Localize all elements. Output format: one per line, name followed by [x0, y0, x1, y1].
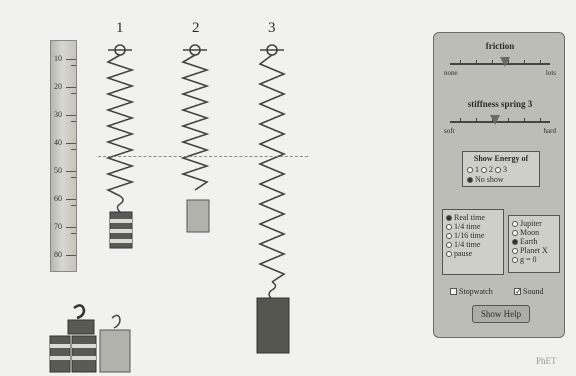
mass-stack[interactable] [49, 304, 131, 373]
time-radio[interactable] [446, 241, 452, 248]
ruler-label: 40 [54, 138, 62, 147]
time-radio[interactable] [446, 214, 452, 221]
mass-on-spring-3[interactable] [256, 281, 290, 354]
stopwatch-toggle[interactable]: Stopwatch [450, 287, 493, 296]
energy-option-label: 1 [475, 165, 479, 174]
energy-box: Show Energy of 1 2 3 No show [462, 151, 540, 187]
ruler-label: 30 [54, 110, 62, 119]
ruler-label: 60 [54, 194, 62, 203]
simulation-stage: 1 2 3 10 20 30 40 50 60 70 80 friction n… [0, 0, 576, 376]
time-radio[interactable] [446, 232, 452, 239]
energy-radio-1[interactable] [467, 166, 473, 173]
stopwatch-checkbox[interactable] [450, 288, 457, 295]
sound-toggle[interactable]: ✓ Sound [514, 287, 543, 296]
energy-none-label: No show [475, 175, 504, 184]
friction-title: friction [485, 41, 515, 51]
gravity-radio[interactable] [512, 256, 518, 263]
energy-radio-2[interactable] [481, 166, 487, 173]
phet-logo: PhET [536, 356, 557, 366]
ruler-label: 70 [54, 222, 62, 231]
ruler-label: 50 [54, 166, 62, 175]
ruler-label: 20 [54, 82, 62, 91]
sound-checkbox[interactable]: ✓ [514, 288, 522, 296]
stiffness-slider-knob[interactable] [490, 115, 500, 125]
spring-2[interactable] [180, 44, 210, 191]
gravity-radio[interactable] [512, 247, 518, 254]
spring-1[interactable] [105, 44, 135, 197]
friction-min-label: none [444, 69, 458, 77]
reference-line[interactable] [98, 156, 308, 157]
time-radio[interactable] [446, 223, 452, 230]
time-option-label: pause [454, 249, 473, 258]
ruler-label: 80 [54, 250, 62, 259]
ruler[interactable]: 10 20 30 40 50 60 70 80 [50, 40, 77, 272]
friction-slider-knob[interactable] [500, 57, 510, 67]
stiffness-title: stiffness spring 3 [467, 99, 533, 109]
time-option-label: 1/16 time [454, 231, 485, 240]
sound-label: Sound [523, 287, 544, 296]
time-box: Real time 1/4 time 1/16 time 1/4 time pa… [442, 209, 504, 275]
energy-radio-none[interactable] [467, 176, 473, 183]
time-option-label: 1/4 time [454, 222, 481, 231]
show-help-button[interactable]: Show Help [472, 305, 530, 323]
gravity-option-label: Moon [520, 228, 540, 237]
gravity-box: Jupiter Moon Earth Planet X g = 0 [508, 215, 560, 273]
time-radio[interactable] [446, 250, 452, 257]
gravity-radio[interactable] [512, 220, 518, 227]
stiffness-max-label: hard [543, 127, 556, 135]
gravity-option-label: Planet X [520, 246, 548, 255]
stiffness-min-label: soft [444, 127, 455, 135]
gravity-option-label: Earth [520, 237, 538, 246]
energy-title: Show Energy of [473, 154, 529, 163]
energy-radio-3[interactable] [495, 166, 501, 173]
time-option-label: 1/4 time [454, 240, 481, 249]
energy-option-label: 3 [503, 165, 507, 174]
gravity-option-label: Jupiter [520, 219, 542, 228]
time-option-label: Real time [454, 213, 485, 222]
ruler-label: 10 [54, 54, 62, 63]
gravity-option-label: g = 0 [520, 255, 537, 264]
mass-on-spring-2[interactable] [186, 199, 210, 233]
gravity-radio[interactable] [512, 229, 518, 236]
stiffness-slider[interactable]: stiffness spring 3 soft hard [444, 99, 556, 135]
friction-slider[interactable]: friction none lots [444, 41, 556, 77]
energy-option-label: 2 [489, 165, 493, 174]
gravity-radio[interactable] [512, 238, 518, 245]
mass-on-spring-1[interactable] [109, 195, 133, 249]
control-panel: friction none lots stiffness spring 3 so… [433, 32, 565, 338]
spring-3[interactable] [257, 44, 287, 283]
friction-max-label: lots [545, 69, 556, 77]
stopwatch-label: Stopwatch [459, 287, 493, 296]
